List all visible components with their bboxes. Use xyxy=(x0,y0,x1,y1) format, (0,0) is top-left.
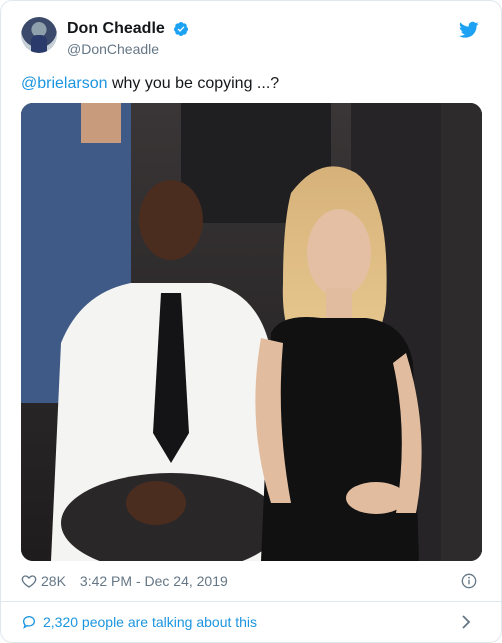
mention-link[interactable]: @brielarson xyxy=(21,75,108,92)
conversation-label[interactable]: 2,320 people are talking about this xyxy=(43,614,257,630)
like-count[interactable]: 28K xyxy=(41,573,66,589)
heart-icon[interactable] xyxy=(21,573,37,589)
info-icon[interactable] xyxy=(461,573,477,589)
tweet-meta: 28K 3:42 PM - Dec 24, 2019 xyxy=(21,571,481,591)
avatar-figure xyxy=(31,35,47,53)
woman-face xyxy=(307,209,371,297)
photo-illustration xyxy=(21,103,482,561)
tweet-timestamp[interactable]: 3:42 PM - Dec 24, 2019 xyxy=(80,573,228,589)
twitter-bird-icon[interactable] xyxy=(459,21,479,39)
tweet-body: why you be copying ...? xyxy=(107,75,280,92)
speech-bubble-icon xyxy=(22,615,36,629)
woman-dress xyxy=(261,317,419,561)
tweet-header: Don Cheadle @DonCheadle xyxy=(21,17,485,61)
divider xyxy=(1,601,501,602)
tweet-photo[interactable] xyxy=(21,103,482,561)
man-head xyxy=(139,180,203,260)
verified-badge-icon xyxy=(174,22,189,36)
chevron-right-icon[interactable] xyxy=(461,615,471,629)
conversation-link[interactable]: 2,320 people are talking about this xyxy=(21,611,485,633)
tweet-card[interactable]: Don Cheadle @DonCheadle @brielarson why … xyxy=(0,0,502,643)
tweet-text: @brielarson why you be copying ...? xyxy=(21,73,481,95)
avatar[interactable] xyxy=(21,17,57,53)
user-handle[interactable]: @DonCheadle xyxy=(67,40,189,58)
display-name[interactable]: Don Cheadle xyxy=(67,19,165,39)
author-block[interactable]: Don Cheadle @DonCheadle xyxy=(67,19,189,58)
